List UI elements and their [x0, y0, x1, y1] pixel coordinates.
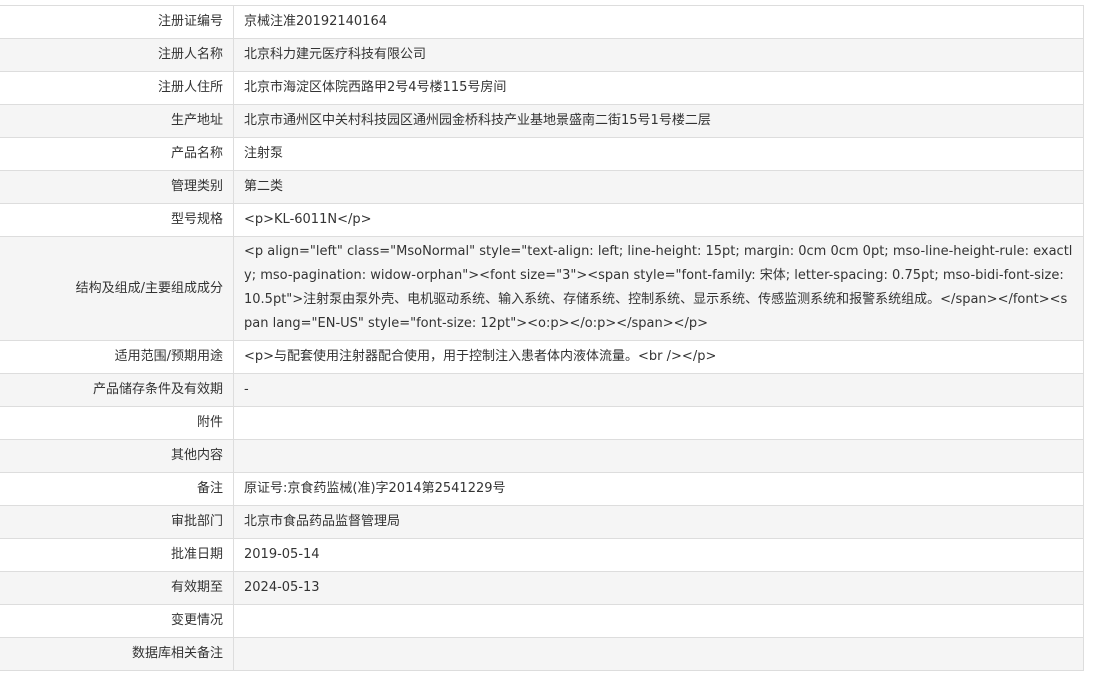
- row-management-category: 管理类别 第二类: [0, 170, 1084, 204]
- field-value: 2019-05-14: [233, 538, 1084, 572]
- field-value: -: [233, 373, 1084, 407]
- field-label: 注册证编号: [0, 5, 234, 39]
- field-value: <p>与配套使用注射器配合使用，用于控制注入患者体内液体流量。<br /></p…: [233, 340, 1084, 374]
- row-production-address: 生产地址 北京市通州区中关村科技园区通州园金桥科技产业基地景盛南二街15号1号楼…: [0, 104, 1084, 138]
- field-label: 适用范围/预期用途: [0, 340, 234, 374]
- field-value: 原证号:京食药监械(准)字2014第2541229号: [233, 472, 1084, 506]
- field-value: 京械注准20192140164: [233, 5, 1084, 39]
- row-other-content: 其他内容: [0, 439, 1084, 473]
- field-label: 有效期至: [0, 571, 234, 605]
- row-approval-department: 审批部门 北京市食品药品监督管理局: [0, 505, 1084, 539]
- row-attachments: 附件: [0, 406, 1084, 440]
- field-value: <p align="left" class="MsoNormal" style=…: [233, 236, 1084, 341]
- field-value: 北京市海淀区体院西路甲2号4号楼115号房间: [233, 71, 1084, 105]
- row-database-notes: 数据库相关备注: [0, 637, 1084, 671]
- field-value: [233, 439, 1084, 473]
- field-value: [233, 637, 1084, 671]
- field-label: 附件: [0, 406, 234, 440]
- field-label: 生产地址: [0, 104, 234, 138]
- field-label: 数据库相关备注: [0, 637, 234, 671]
- row-remarks: 备注 原证号:京食药监械(准)字2014第2541229号: [0, 472, 1084, 506]
- field-value: 第二类: [233, 170, 1084, 204]
- field-label: 其他内容: [0, 439, 234, 473]
- row-registration-number: 注册证编号 京械注准20192140164: [0, 5, 1084, 39]
- field-value: [233, 604, 1084, 638]
- row-registrant-name: 注册人名称 北京科力建元医疗科技有限公司: [0, 38, 1084, 72]
- row-intended-use: 适用范围/预期用途 <p>与配套使用注射器配合使用，用于控制注入患者体内液体流量…: [0, 340, 1084, 374]
- field-value: 北京科力建元医疗科技有限公司: [233, 38, 1084, 72]
- field-label: 产品储存条件及有效期: [0, 373, 234, 407]
- row-approval-date: 批准日期 2019-05-14: [0, 538, 1084, 572]
- field-label: 结构及组成/主要组成成分: [0, 236, 234, 341]
- field-label: 审批部门: [0, 505, 234, 539]
- row-storage-validity: 产品储存条件及有效期 -: [0, 373, 1084, 407]
- row-product-name: 产品名称 注射泵: [0, 137, 1084, 171]
- field-label: 注册人名称: [0, 38, 234, 72]
- row-valid-until: 有效期至 2024-05-13: [0, 571, 1084, 605]
- field-label: 管理类别: [0, 170, 234, 204]
- field-label: 注册人住所: [0, 71, 234, 105]
- field-value: 北京市食品药品监督管理局: [233, 505, 1084, 539]
- field-label: 产品名称: [0, 137, 234, 171]
- field-value: [233, 406, 1084, 440]
- field-value: 2024-05-13: [233, 571, 1084, 605]
- row-change-history: 变更情况: [0, 604, 1084, 638]
- field-label: 批准日期: [0, 538, 234, 572]
- field-label: 变更情况: [0, 604, 234, 638]
- field-label: 型号规格: [0, 203, 234, 237]
- field-value: 北京市通州区中关村科技园区通州园金桥科技产业基地景盛南二街15号1号楼二层: [233, 104, 1084, 138]
- row-registrant-address: 注册人住所 北京市海淀区体院西路甲2号4号楼115号房间: [0, 71, 1084, 105]
- row-model-spec: 型号规格 <p>KL-6011N</p>: [0, 203, 1084, 237]
- field-label: 备注: [0, 472, 234, 506]
- row-structure-composition: 结构及组成/主要组成成分 <p align="left" class="MsoN…: [0, 236, 1084, 341]
- field-value: <p>KL-6011N</p>: [233, 203, 1084, 237]
- field-value: 注射泵: [233, 137, 1084, 171]
- registration-detail-table: 注册证编号 京械注准20192140164 注册人名称 北京科力建元医疗科技有限…: [0, 5, 1084, 671]
